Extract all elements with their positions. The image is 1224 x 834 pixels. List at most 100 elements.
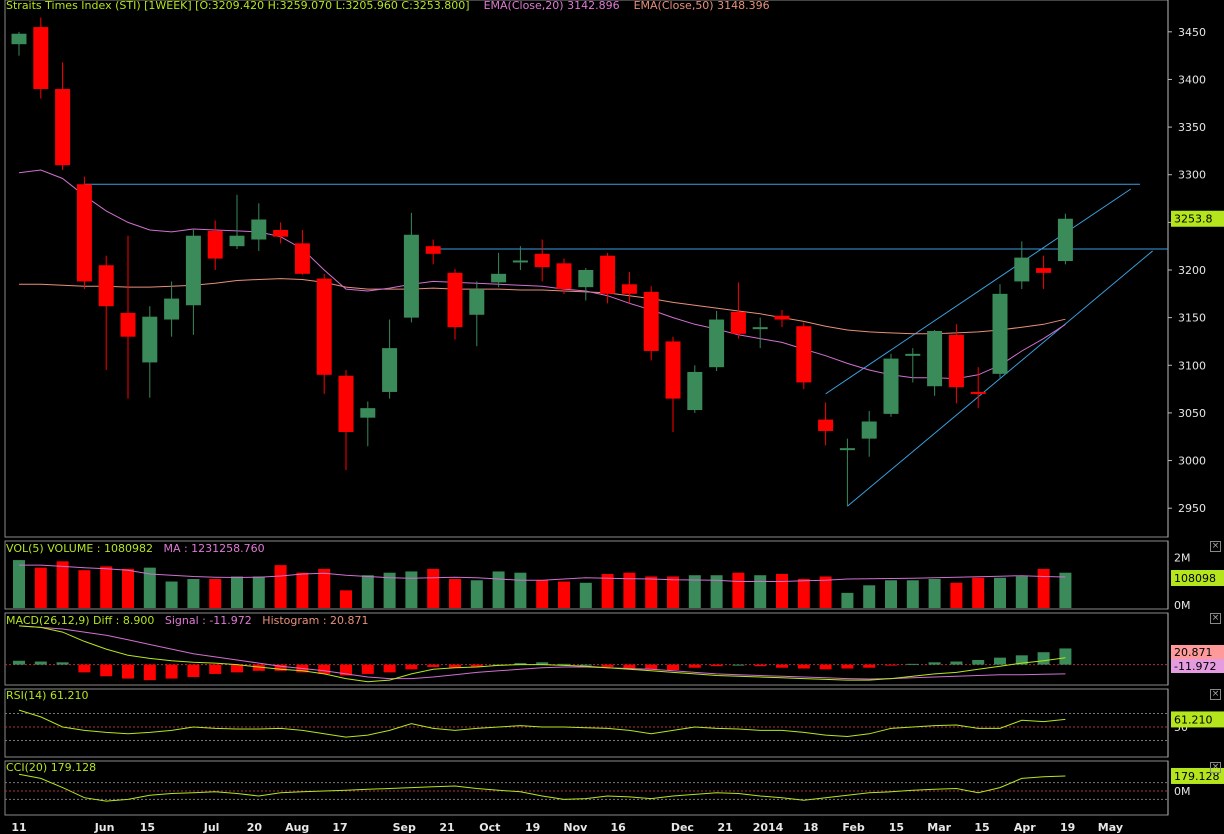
volume-bar [732, 572, 745, 608]
volume-badge-text: 108098 [1174, 572, 1216, 585]
volume-bar [252, 576, 265, 608]
candle-body [774, 315, 790, 320]
volume-bar [470, 580, 483, 608]
macd-panel-close-icon[interactable]: × [1210, 613, 1221, 624]
candle-body [643, 291, 659, 351]
candle-body [1057, 218, 1073, 262]
candle-body [861, 421, 877, 439]
macd-hist-badge-text: 20.871 [1174, 646, 1213, 659]
volume-bar [1015, 576, 1028, 608]
cci-label: CCI(20) [6, 761, 48, 774]
volume-panel-header: VOL(5) VOLUME : 1080982 MA : 1231258.760 [6, 542, 265, 555]
x-tick-label: 19 [1060, 821, 1075, 834]
candle-body [447, 272, 463, 328]
volume-bar [667, 576, 679, 608]
macd-histogram-bar [100, 664, 113, 677]
macd-histogram-bar [906, 663, 919, 665]
candle-body [316, 278, 332, 375]
volume-tick-label: 2M [1174, 552, 1191, 565]
candle-body [621, 284, 637, 294]
macd-histogram-bar [994, 657, 1006, 665]
volume-bar [340, 590, 352, 608]
candle-body [796, 326, 812, 383]
candle-body [207, 230, 223, 259]
main-panel-frame [4, 0, 1169, 538]
macd-histogram-bar [688, 664, 701, 668]
macd-panel-header: MACD(26,12,9) Diff : 8.900 Signal : -11.… [6, 614, 369, 627]
channel-line-upper [825, 188, 1132, 395]
volume-panel-close-icon[interactable]: × [1210, 541, 1221, 552]
macd-histogram-bar [143, 664, 156, 681]
rsi-value: 61.210 [49, 689, 89, 702]
volume-bar [863, 585, 876, 608]
macd-histogram-bar [34, 661, 47, 665]
macd-label: MACD(26,12,9) [6, 614, 90, 627]
x-tick-label: Nov [563, 821, 588, 834]
x-tick-label: Jul [203, 821, 220, 834]
x-tick-label: 15 [140, 821, 155, 834]
candle-body [98, 265, 114, 307]
candle-body [730, 311, 746, 334]
macd-histogram-bar [645, 664, 658, 670]
volume-bar [950, 582, 963, 608]
volume-bar [776, 573, 788, 608]
x-tick-label: 11 [11, 821, 26, 834]
price-tick-label: 3000 [1178, 455, 1206, 468]
candle-body [1036, 268, 1052, 273]
volume-ma-line [19, 564, 1066, 582]
cci-line [18, 773, 1066, 802]
volume-bar [514, 572, 527, 608]
candle-body [927, 330, 943, 387]
price-tick-label: 3050 [1178, 407, 1206, 420]
volume-bar [231, 576, 243, 608]
macd-histogram-bar [579, 664, 592, 666]
candle-body [709, 319, 725, 368]
x-tick-label: 16 [611, 821, 627, 834]
candle-body [512, 260, 528, 263]
x-tick-label: Aug [285, 821, 309, 834]
ema20-label: EMA(Close,20) [483, 0, 564, 12]
price-tick-label: 3450 [1178, 26, 1206, 39]
last-price-badge-text: 3253.8 [1174, 213, 1213, 226]
candle-body [665, 341, 681, 399]
volume-bar [78, 570, 91, 608]
x-tick-label: 2014 [753, 821, 784, 834]
volume-bar [274, 565, 287, 608]
x-tick-label: Dec [671, 821, 694, 834]
candle-body [818, 419, 834, 432]
macd-diff: Diff : 8.900 [93, 614, 155, 627]
candle-body [338, 375, 354, 432]
price-tick-label: 2950 [1178, 502, 1206, 515]
rsi-panel-close-icon[interactable]: × [1210, 689, 1221, 700]
volume-bar [1059, 572, 1072, 608]
volume-bar [797, 579, 810, 608]
volume-bar [558, 581, 570, 608]
candle-body [229, 235, 245, 247]
candle-body [839, 448, 855, 451]
volume-bar [165, 581, 178, 608]
chart-canvas[interactable]: 2950300030503100315032003250330033503400… [0, 0, 1224, 834]
candle-body [970, 391, 986, 394]
macd-histogram-bar [78, 664, 91, 673]
cci-panel-close-icon[interactable]: × [1210, 762, 1221, 773]
cci-value: 179.128 [50, 761, 97, 774]
macd-histogram-bar [209, 664, 222, 674]
macd-histogram-bar [841, 664, 854, 669]
volume-bar [296, 572, 309, 608]
x-tick-label: 21 [718, 821, 733, 834]
candle-body [11, 33, 27, 45]
volume-bar [13, 560, 25, 608]
x-tick-label: Oct [479, 821, 500, 834]
volume-bar [906, 580, 919, 608]
volume-bar [122, 568, 134, 608]
volume-tick-label: 0M [1174, 599, 1191, 612]
macd-histogram-bar [1037, 652, 1050, 665]
candle-body [185, 235, 201, 306]
volume-bar [972, 577, 985, 608]
volume-bar [885, 580, 897, 608]
main-panel-header: Straits Times Index (STI) [1WEEK] [O:320… [6, 0, 770, 12]
price-tick-label: 3150 [1178, 312, 1206, 325]
vol-label: VOL(5) [6, 542, 44, 555]
volume-bar [994, 577, 1006, 608]
volume-bar [841, 592, 854, 608]
